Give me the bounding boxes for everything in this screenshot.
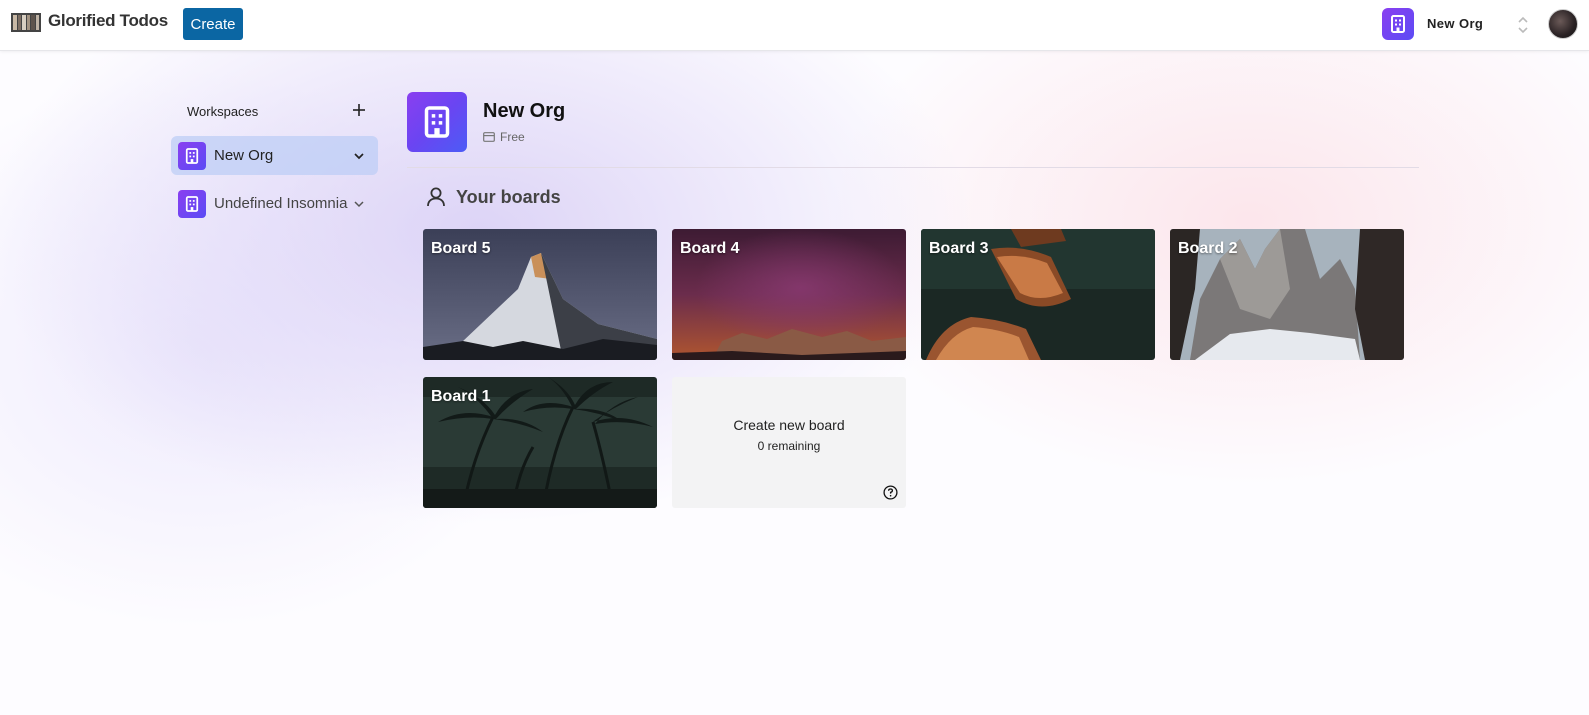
boards-title: Your boards: [456, 186, 561, 207]
board-card-5[interactable]: Board 5: [423, 229, 657, 360]
chevron-down-icon: [354, 152, 364, 159]
create-new-board-card[interactable]: Create new board 0 remaining: [672, 377, 906, 508]
workspaces-title: Workspaces: [187, 104, 259, 119]
board-title: Board 5: [431, 240, 491, 257]
org-building-icon: [407, 92, 467, 152]
help-circle-icon[interactable]: [883, 485, 898, 500]
sidebar-item-label: Undefined Insomnia: [214, 195, 348, 212]
board-title: Board 3: [929, 240, 989, 257]
org-building-icon: [178, 189, 206, 218]
app-logo-icon[interactable]: [11, 13, 41, 32]
board-title: Board 1: [431, 388, 491, 405]
board-title: Board 4: [680, 240, 740, 257]
board-card-2[interactable]: Board 2: [1170, 229, 1404, 360]
boards-heading: Your boards: [425, 186, 561, 208]
credit-card-icon: [483, 132, 495, 142]
boards-remaining-count: 0 remaining: [757, 438, 821, 453]
board-card-3[interactable]: Board 3: [921, 229, 1155, 360]
create-new-board-title: Create new board: [733, 416, 845, 433]
user-icon: [427, 187, 445, 207]
sidebar-item-new-org[interactable]: New Org: [171, 136, 378, 175]
user-avatar[interactable]: [1548, 9, 1578, 39]
board-card-1[interactable]: Board 1: [423, 377, 657, 508]
chevron-down-icon: [354, 200, 364, 207]
create-button[interactable]: Create: [183, 8, 243, 40]
header-divider: [407, 167, 1419, 168]
top-navbar: Glorified Todos Create New Org: [0, 0, 1589, 51]
add-workspace-icon[interactable]: [350, 101, 368, 119]
org-title: New Org: [483, 100, 566, 122]
chevron-up-down-icon[interactable]: [1517, 15, 1529, 35]
plan-badge: Free: [483, 130, 525, 144]
app-name[interactable]: Glorified Todos: [48, 11, 168, 31]
plan-label: Free: [500, 130, 525, 144]
sidebar-item-label: New Org: [214, 147, 274, 164]
org-building-icon: [178, 141, 206, 170]
sidebar-item-undefined-insomnia[interactable]: Undefined Insomnia: [171, 184, 378, 223]
org-building-icon[interactable]: [1382, 8, 1414, 40]
board-title: Board 2: [1178, 240, 1238, 257]
org-switcher-name[interactable]: New Org: [1427, 16, 1483, 31]
board-card-4[interactable]: Board 4: [672, 229, 906, 360]
